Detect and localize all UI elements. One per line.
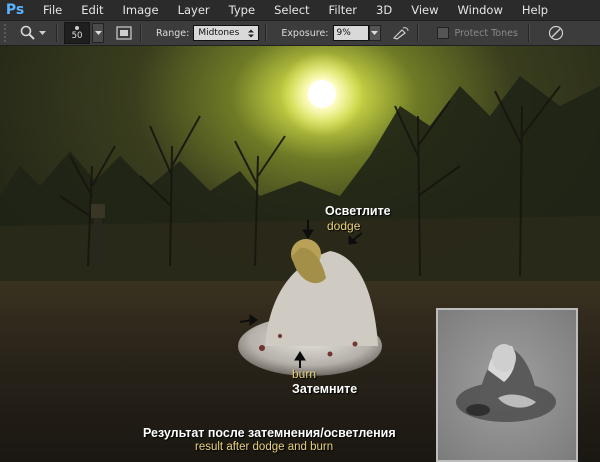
dodge-burn-layer-preview [436,308,578,462]
chevron-down-icon [39,31,46,35]
menu-edit[interactable]: Edit [72,0,113,20]
divider [56,24,58,42]
airbrush-button[interactable] [391,23,411,43]
divider [265,24,268,42]
updown-arrows-icon [248,29,255,37]
menu-layer[interactable]: Layer [169,0,220,20]
photoshop-logo: Ps [5,2,25,18]
result-caption-en: result after dodge and burn [195,441,334,453]
burn-caption-en: burn [292,367,317,381]
protect-tones-label: Protect Tones [454,27,518,39]
exposure-slider-dropdown[interactable] [368,25,381,41]
menu-select[interactable]: Select [265,0,319,20]
dodge-tool-icon [20,25,35,40]
divider [416,24,419,42]
exposure-label: Exposure: [281,27,329,39]
chevron-down-icon [371,31,378,35]
range-value: Midtones [198,28,240,38]
tool-preset-picker[interactable] [20,23,50,43]
menu-3d[interactable]: 3D [367,0,402,20]
range-select[interactable]: Midtones [193,25,260,41]
burn-caption-ru: Затемните [292,382,358,396]
result-caption-ru: Результат после затемнения/осветления [143,426,396,440]
brush-size-value: 50 [71,30,83,41]
menu-help[interactable]: Help [513,0,558,20]
menu-view[interactable]: View [402,0,448,20]
options-bar: 50 Range: Midtones Exposure: 9% Protect … [0,20,600,46]
exposure-value: 9% [336,28,351,38]
brush-preset-picker[interactable]: 50 [64,22,90,44]
dodge-caption-en: dodge [327,219,361,233]
airbrush-icon [392,27,408,40]
tablet-pressure-icon [548,25,564,41]
protect-tones-checkbox[interactable] [436,27,449,39]
chevron-down-icon [94,31,102,35]
options-grip[interactable] [4,24,12,42]
menu-filter[interactable]: Filter [320,0,367,20]
dodge-caption-ru: Осветлите [325,204,391,218]
brush-tip-icon [75,25,79,30]
menu-bar: Ps File Edit Image Layer Type Select Fil… [0,0,600,20]
tablet-pressure-button[interactable] [546,23,566,43]
divider [140,24,142,42]
menu-window[interactable]: Window [449,0,513,20]
menu-type[interactable]: Type [220,0,265,20]
range-label: Range: [156,27,190,39]
dodge-burn-layer-image [438,310,576,460]
brush-panel-button[interactable] [114,23,134,43]
divider [527,24,530,42]
menu-file[interactable]: File [34,0,72,20]
menu-image[interactable]: Image [114,0,169,20]
brush-dropdown[interactable] [92,23,104,43]
brush-panel-icon [116,26,132,40]
exposure-input[interactable]: 9% [332,25,369,41]
